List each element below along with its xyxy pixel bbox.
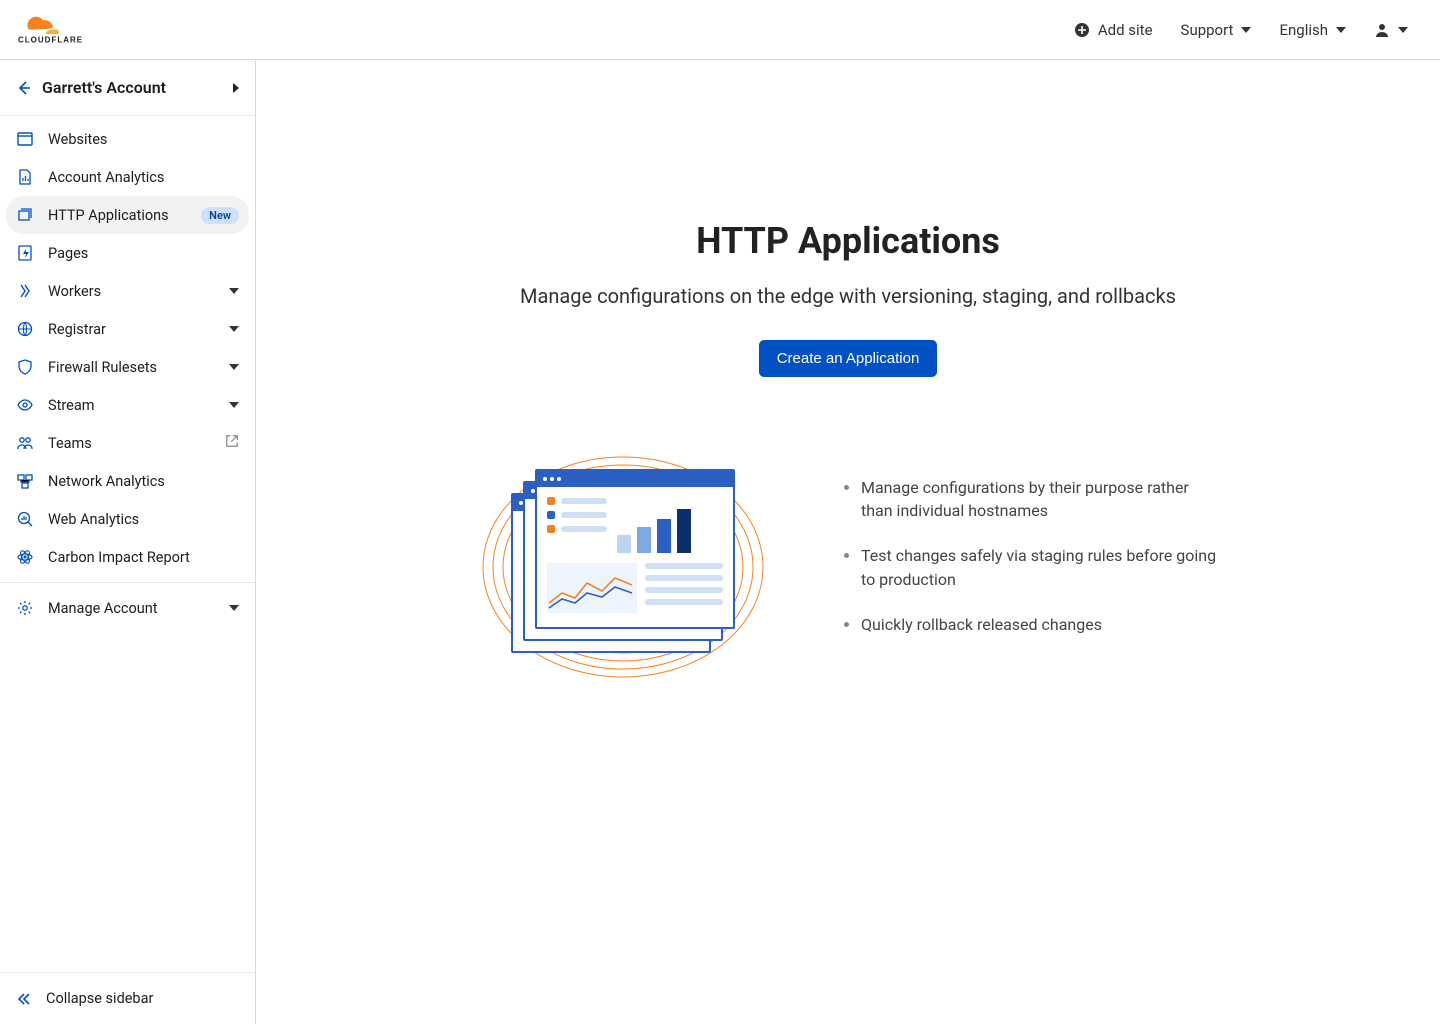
caret-down-icon xyxy=(229,364,239,370)
sidebar-item-registrar[interactable]: Registrar xyxy=(0,310,255,348)
feature-bullets: Manage configurations by their purpose r… xyxy=(843,476,1223,658)
caret-down-icon xyxy=(229,605,239,611)
page-title: HTTP Applications xyxy=(398,220,1298,262)
account-switcher[interactable]: Garrett's Account xyxy=(0,60,255,116)
sidebar-item-label: Websites xyxy=(48,131,239,148)
sidebar-item-label: Carbon Impact Report xyxy=(48,549,239,566)
caret-down-icon xyxy=(229,402,239,408)
gear-icon xyxy=(16,599,34,617)
collapse-sidebar-label: Collapse sidebar xyxy=(46,990,153,1007)
sidebar-item-label: HTTP Applications xyxy=(48,207,181,224)
feature-bullet: Test changes safely via staging rules be… xyxy=(861,544,1223,590)
caret-down-icon xyxy=(1398,27,1408,33)
add-site-label: Add site xyxy=(1098,21,1153,39)
sidebar-item-label: Workers xyxy=(48,283,215,300)
collapse-sidebar-button[interactable]: Collapse sidebar xyxy=(0,972,255,1024)
sidebar-item-manage-account[interactable]: Manage Account xyxy=(0,589,255,627)
user-menu[interactable] xyxy=(1374,22,1408,38)
sidebar-item-label: Registrar xyxy=(48,321,215,338)
sidebar-item-network-analytics[interactable]: Network Analytics xyxy=(0,462,255,500)
chevron-double-left-icon xyxy=(16,991,32,1007)
sidebar-item-label: Manage Account xyxy=(48,600,215,617)
add-site-button[interactable]: Add site xyxy=(1074,21,1153,39)
page-bolt-icon xyxy=(16,244,34,262)
app-stack-icon xyxy=(16,206,34,224)
eye-icon xyxy=(16,396,34,414)
create-application-button[interactable]: Create an Application xyxy=(759,340,938,377)
sidebar: Garrett's Account Websites Account Analyt… xyxy=(0,60,256,1024)
support-menu[interactable]: Support xyxy=(1181,21,1252,39)
shield-icon xyxy=(16,358,34,376)
caret-down-icon xyxy=(229,326,239,332)
sidebar-item-account-analytics[interactable]: Account Analytics xyxy=(0,158,255,196)
atom-icon xyxy=(16,548,34,566)
caret-down-icon xyxy=(1336,27,1346,33)
header-right: Add site Support English xyxy=(1074,21,1424,39)
back-arrow-icon xyxy=(16,80,32,96)
team-icon xyxy=(16,434,34,452)
feature-bullet: Quickly rollback released changes xyxy=(861,613,1223,636)
feature-illustration xyxy=(473,417,773,717)
sidebar-item-label: Firewall Rulesets xyxy=(48,359,215,376)
user-icon xyxy=(1374,22,1390,38)
page-subtitle: Manage configurations on the edge with v… xyxy=(398,284,1298,308)
caret-right-icon xyxy=(233,83,239,93)
sidebar-item-websites[interactable]: Websites xyxy=(0,120,255,158)
sidebar-item-teams[interactable]: Teams xyxy=(0,424,255,462)
sidebar-item-http-applications[interactable]: HTTP Applications New xyxy=(6,196,249,234)
sidebar-item-label: Teams xyxy=(48,435,211,452)
globe-icon xyxy=(16,320,34,338)
sidebar-item-label: Pages xyxy=(48,245,239,262)
sidebar-item-stream[interactable]: Stream xyxy=(0,386,255,424)
sidebar-item-label: Network Analytics xyxy=(48,473,239,490)
top-header: CLOUDFLARE Add site Support English xyxy=(0,0,1440,60)
sidebar-item-web-analytics[interactable]: Web Analytics xyxy=(0,500,255,538)
caret-down-icon xyxy=(1241,27,1251,33)
language-menu[interactable]: English xyxy=(1279,21,1346,39)
sidebar-item-label: Account Analytics xyxy=(48,169,239,186)
language-label: English xyxy=(1279,21,1328,39)
doc-chart-icon xyxy=(16,168,34,186)
sidebar-item-label: Web Analytics xyxy=(48,511,239,528)
account-name: Garrett's Account xyxy=(42,78,166,97)
svg-text:CLOUDFLARE: CLOUDFLARE xyxy=(18,35,83,44)
sidebar-item-label: Stream xyxy=(48,397,215,414)
support-label: Support xyxy=(1181,21,1234,39)
external-link-icon xyxy=(225,434,239,452)
cloudflare-logo[interactable]: CLOUDFLARE xyxy=(16,9,128,51)
new-badge: New xyxy=(201,207,239,224)
browser-icon xyxy=(16,130,34,148)
sidebar-nav: Websites Account Analytics HTTP Applicatio… xyxy=(0,116,255,972)
network-icon xyxy=(16,472,34,490)
cloudflare-logo-icon: CLOUDFLARE xyxy=(18,9,128,51)
caret-down-icon xyxy=(229,288,239,294)
zoom-stats-icon xyxy=(16,510,34,528)
sidebar-item-carbon-impact-report[interactable]: Carbon Impact Report xyxy=(0,538,255,576)
sidebar-item-workers[interactable]: Workers xyxy=(0,272,255,310)
workers-icon xyxy=(16,282,34,300)
main-content: HTTP Applications Manage configurations … xyxy=(256,60,1440,1024)
feature-bullet: Manage configurations by their purpose r… xyxy=(861,476,1223,522)
sidebar-item-firewall-rulesets[interactable]: Firewall Rulesets xyxy=(0,348,255,386)
sidebar-item-pages[interactable]: Pages xyxy=(0,234,255,272)
plus-circle-icon xyxy=(1074,22,1090,38)
